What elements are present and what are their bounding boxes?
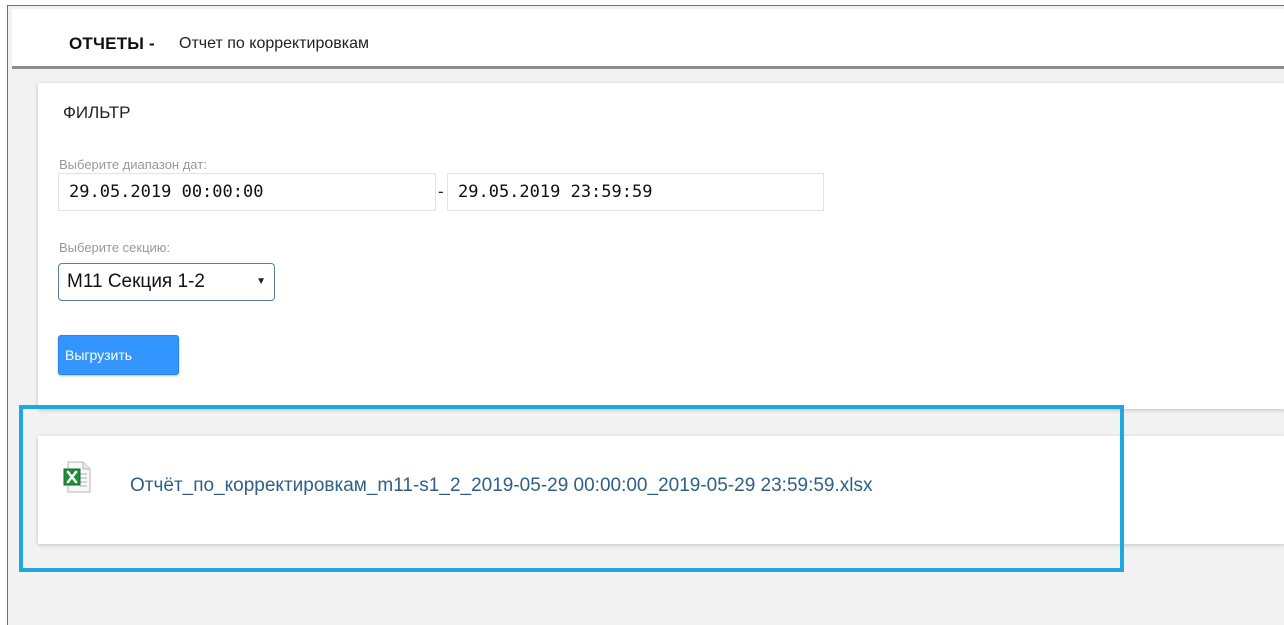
result-panel: Отчёт_по_корректировкам_m11-s1_2_2019-05… [38, 436, 1284, 544]
date-separator: - [438, 182, 444, 201]
section-select[interactable]: М11 Секция 1-2 ▼ [58, 263, 275, 301]
date-from-input[interactable]: 29.05.2019 00:00:00 [58, 173, 436, 211]
date-to-input[interactable]: 29.05.2019 23:59:59 [447, 173, 824, 211]
chevron-down-icon: ▼ [256, 276, 266, 287]
excel-file-icon [63, 461, 91, 493]
page-subtitle: Отчет по корректировкам [179, 35, 370, 52]
filter-panel: ФИЛЬТР Выберите диапазон дат: 29.05.2019… [38, 83, 1284, 409]
page-header: ОТЧЕТЫ - Отчет по корректировкам [12, 9, 1284, 69]
page-title: ОТЧЕТЫ - [69, 34, 155, 53]
date-range-label: Выберите диапазон дат: [59, 157, 207, 172]
export-button[interactable]: Выгрузить [58, 335, 179, 375]
section-label: Выберите секцию: [59, 240, 171, 255]
filter-title: ФИЛЬТР [63, 103, 131, 122]
report-page: ОТЧЕТЫ - Отчет по корректировкам ФИЛЬТР … [7, 5, 1284, 625]
download-file-link[interactable]: Отчёт_по_корректировкам_m11-s1_2_2019-05… [130, 475, 873, 497]
section-select-value: М11 Секция 1-2 [67, 271, 205, 292]
